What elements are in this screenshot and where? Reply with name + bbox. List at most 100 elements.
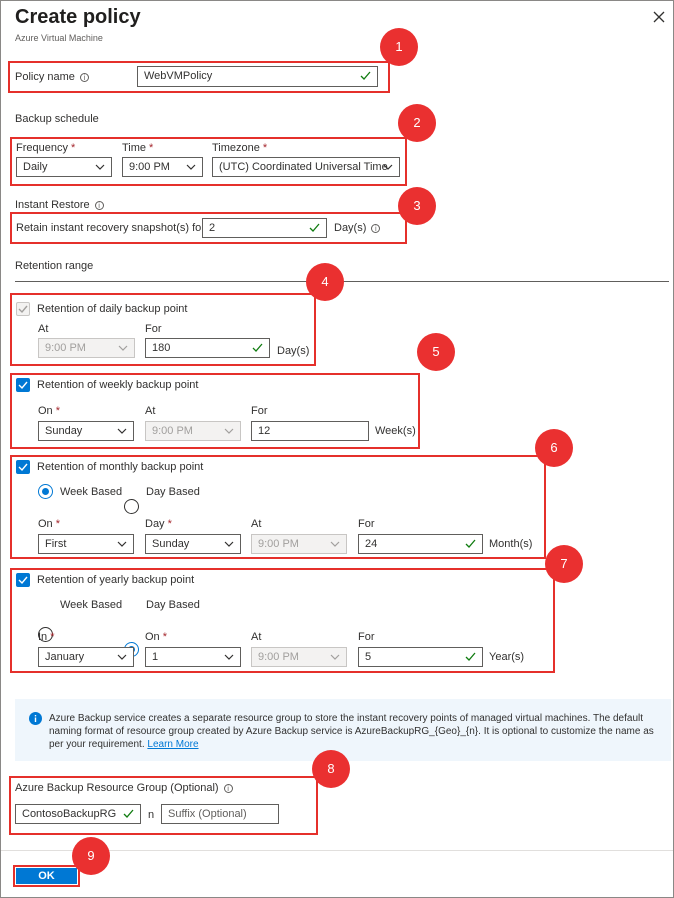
yearly-for-label: For: [358, 631, 375, 643]
daily-retention-checkbox[interactable]: [16, 302, 30, 316]
yearly-week-based-label: Week Based: [60, 599, 123, 611]
policy-name-input[interactable]: WebVMPolicy: [137, 66, 378, 87]
monthly-retention-checkbox[interactable]: [16, 460, 30, 474]
yearly-in-select[interactable]: January: [38, 647, 134, 667]
retention-range-heading: Retention range: [15, 260, 94, 272]
monthly-on-label: On *: [38, 518, 60, 530]
info-icon: i: [223, 783, 233, 793]
checkmark-icon: [18, 576, 28, 585]
checkmark-icon: [18, 305, 28, 314]
chevron-down-icon: [224, 428, 234, 434]
chevron-down-icon: [117, 428, 127, 434]
chevron-down-icon: [224, 541, 234, 547]
checkmark-icon: [360, 71, 371, 80]
callout-badge: 5: [417, 333, 455, 371]
timezone-select[interactable]: (UTC) Coordinated Universal Time: [212, 157, 400, 177]
yearly-unit: Year(s): [489, 651, 525, 663]
monthly-at-select[interactable]: 9:00 PM: [251, 534, 347, 554]
instant-restore-heading: Instant Restore i: [15, 199, 104, 211]
checkmark-icon: [465, 652, 476, 661]
chevron-down-icon: [117, 541, 127, 547]
resource-group-suffix-input[interactable]: Suffix (Optional): [161, 804, 279, 824]
daily-at-label: At: [38, 323, 49, 335]
monthly-day-label: Day *: [145, 518, 172, 530]
weekly-retention-checkbox[interactable]: [16, 378, 30, 392]
weekly-at-select[interactable]: 9:00 PM: [145, 421, 241, 441]
monthly-retention-label: Retention of monthly backup point: [37, 461, 204, 473]
daily-retention-label: Retention of daily backup point: [37, 303, 188, 315]
callout-badge: 3: [398, 187, 436, 225]
monthly-at-label: At: [251, 518, 262, 530]
checkmark-icon: [123, 809, 134, 818]
callout-badge: 1: [380, 28, 418, 66]
info-banner-text: Azure Backup service creates a separate …: [49, 713, 654, 750]
weekly-at-label: At: [145, 405, 156, 417]
retain-snapshot-unit: Day(s) i: [334, 222, 381, 234]
chevron-down-icon: [118, 345, 128, 351]
checkmark-icon: [252, 343, 263, 352]
daily-for-input[interactable]: 180: [145, 338, 270, 358]
frequency-label: Frequency *: [16, 142, 76, 154]
monthly-unit: Month(s): [489, 538, 533, 550]
resource-group-separator: n: [148, 809, 155, 821]
yearly-on-label: On *: [145, 631, 167, 643]
info-filled-icon: [29, 712, 42, 725]
time-label: Time *: [122, 142, 154, 154]
monthly-day-based-radio[interactable]: [124, 499, 139, 514]
weekly-retention-label: Retention of weekly backup point: [37, 379, 199, 391]
weekly-on-select[interactable]: Sunday: [38, 421, 134, 441]
resource-group-label: Azure Backup Resource Group (Optional) i: [15, 782, 233, 794]
ok-button[interactable]: OK: [16, 868, 77, 884]
page-subtitle: Azure Virtual Machine: [15, 33, 103, 43]
yearly-retention-checkbox[interactable]: [16, 573, 30, 587]
monthly-day-select[interactable]: Sunday: [145, 534, 241, 554]
monthly-for-input[interactable]: 24: [358, 534, 483, 554]
checkmark-icon: [18, 381, 28, 390]
yearly-in-label: In *: [38, 631, 55, 643]
monthly-week-based-radio[interactable]: [38, 484, 53, 499]
info-icon: i: [371, 223, 381, 233]
daily-for-label: For: [145, 323, 162, 335]
chevron-down-icon: [224, 654, 234, 660]
timezone-label: Timezone *: [212, 142, 268, 154]
yearly-for-input[interactable]: 5: [358, 647, 483, 667]
chevron-down-icon: [95, 164, 105, 170]
checkmark-icon: [18, 463, 28, 472]
yearly-on-select[interactable]: 1: [145, 647, 241, 667]
checkmark-icon: [465, 539, 476, 548]
weekly-unit: Week(s): [375, 425, 416, 437]
yearly-at-select[interactable]: 9:00 PM: [251, 647, 347, 667]
resource-group-input[interactable]: ContosoBackupRG: [15, 804, 141, 824]
monthly-day-based-label: Day Based: [146, 486, 200, 498]
weekly-for-label: For: [251, 405, 268, 417]
yearly-at-label: At: [251, 631, 262, 643]
callout-badge: 7: [545, 545, 583, 583]
callout-badge: 4: [306, 263, 344, 301]
weekly-on-label: On *: [38, 405, 60, 417]
info-icon: i: [94, 200, 104, 210]
monthly-on-select[interactable]: First: [38, 534, 134, 554]
yearly-day-based-label: Day Based: [146, 599, 200, 611]
learn-more-link[interactable]: Learn More: [147, 739, 198, 750]
daily-unit: Day(s): [277, 345, 310, 357]
weekly-for-input[interactable]: 12: [251, 421, 369, 441]
callout-badge: 8: [312, 750, 350, 788]
chevron-down-icon: [383, 164, 393, 170]
chevron-down-icon: [186, 164, 196, 170]
daily-at-select[interactable]: 9:00 PM: [38, 338, 135, 358]
retain-snapshot-label: Retain instant recovery snapshot(s) for: [16, 222, 205, 234]
info-icon: i: [79, 72, 89, 82]
retain-snapshot-input[interactable]: 2: [202, 218, 327, 238]
time-select[interactable]: 9:00 PM: [122, 157, 203, 177]
monthly-week-based-label: Week Based: [60, 486, 123, 498]
policy-name-label: Policy name i: [15, 71, 89, 83]
chevron-down-icon: [117, 654, 127, 660]
callout-badge: 2: [398, 104, 436, 142]
backup-schedule-heading: Backup schedule: [15, 113, 99, 125]
callout-badge: 9: [72, 837, 110, 875]
callout-badge: 6: [535, 429, 573, 467]
page-title: Create policy: [15, 6, 141, 28]
chevron-down-icon: [330, 541, 340, 547]
close-icon[interactable]: [652, 10, 666, 24]
frequency-select[interactable]: Daily: [16, 157, 112, 177]
